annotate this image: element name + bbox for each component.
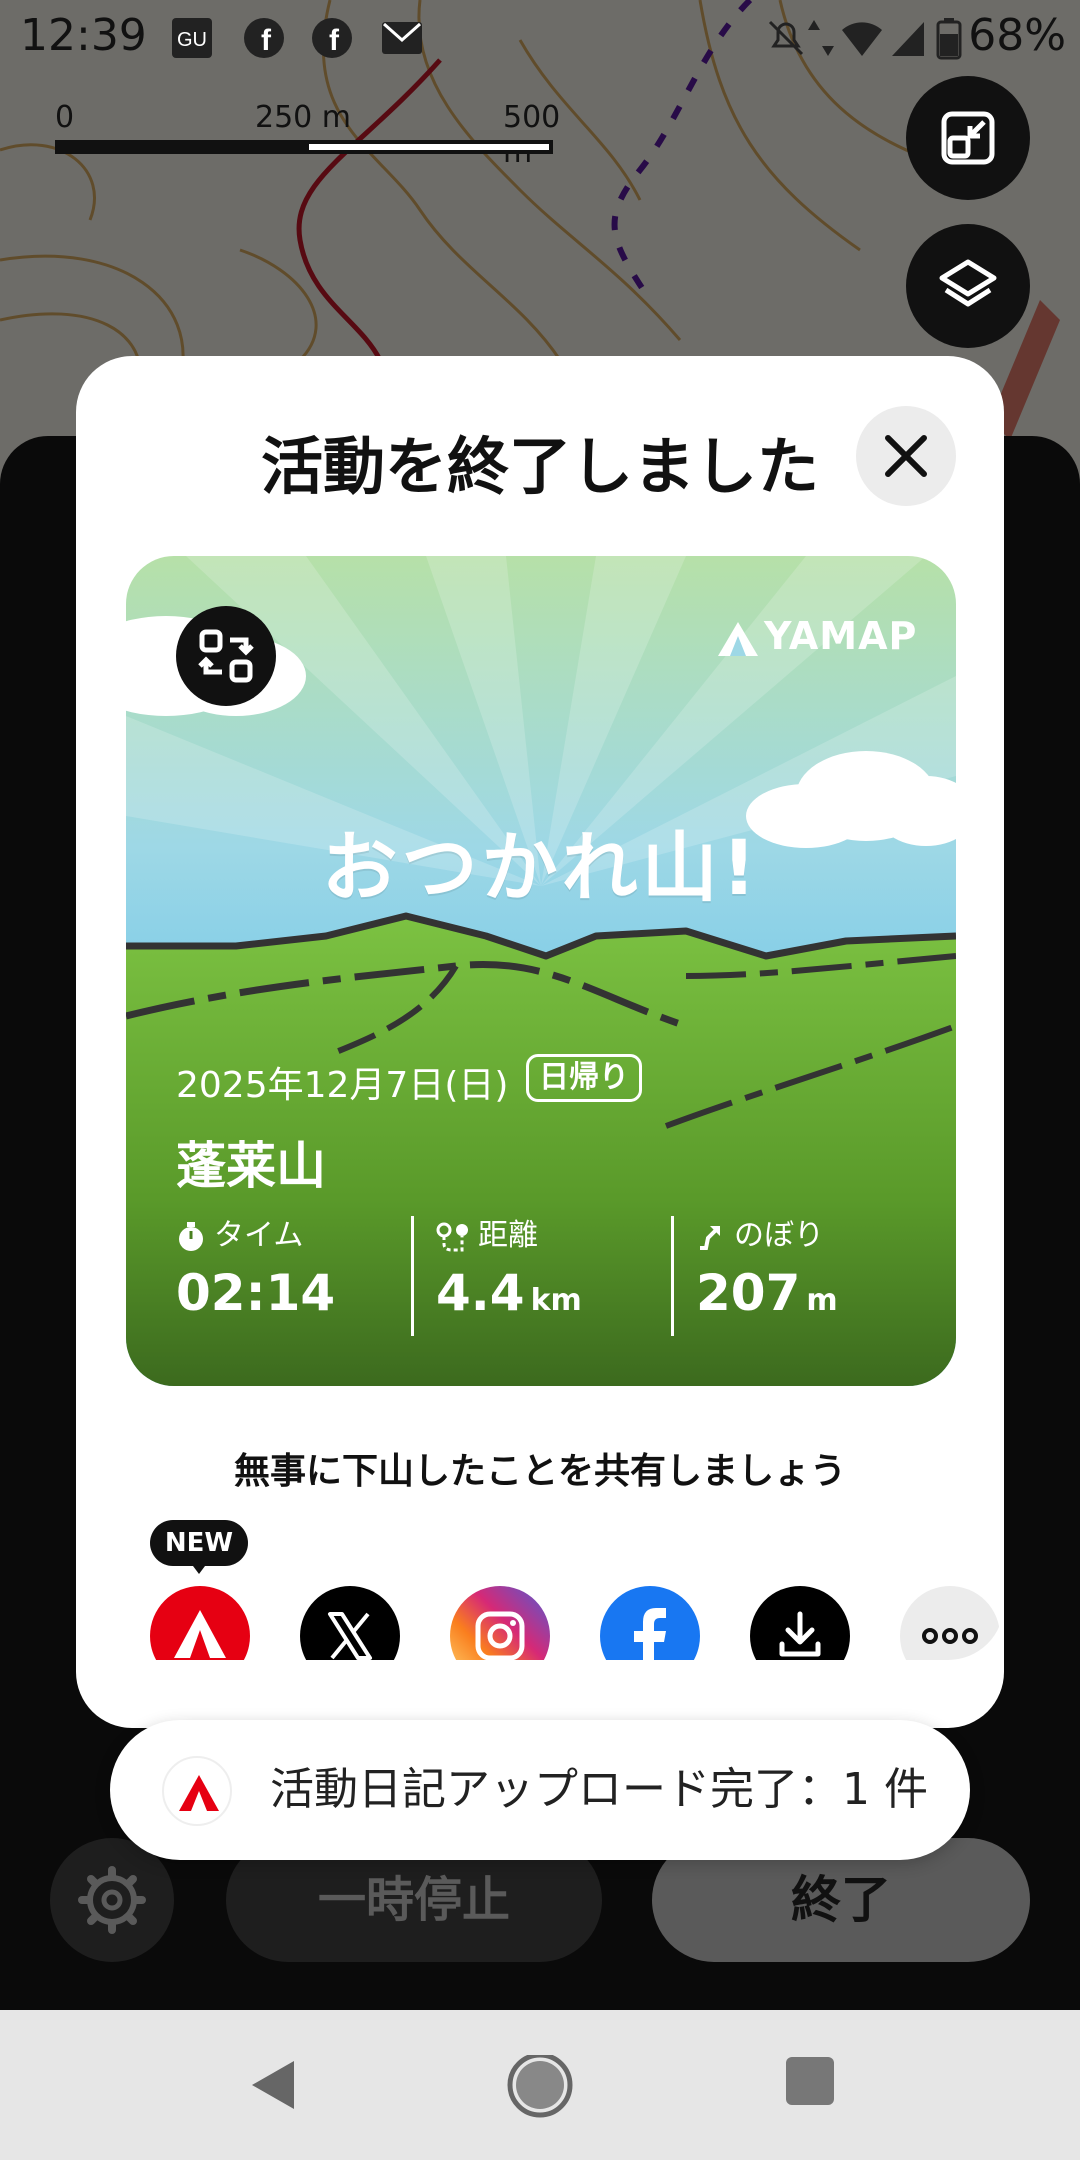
- toast-message: 活動日記アップロード完了：1 件: [270, 1764, 928, 1815]
- yamap-mark-icon: [718, 621, 758, 656]
- stat-ascent-value: 207: [696, 1264, 801, 1322]
- download-button[interactable]: [750, 1586, 850, 1660]
- recenter-button[interactable]: [906, 76, 1030, 200]
- stat-divider: [671, 1216, 674, 1336]
- map-scale-bar: 0 250 m 500 m: [55, 100, 565, 170]
- stat-distance: 距離 4.4 km: [436, 1216, 582, 1322]
- activity-finished-dialog: 活動を終了しました YAMAP おつかれ山! 2025年12月7日(日) 日帰り…: [76, 356, 1004, 1728]
- route-icon: [436, 1222, 468, 1251]
- stat-time: タイム 02:14: [176, 1216, 341, 1322]
- back-icon[interactable]: [244, 2055, 304, 2115]
- signal-icon: [888, 16, 932, 60]
- facebook-icon: f: [310, 16, 354, 60]
- clock: 12:39: [20, 10, 147, 61]
- swap-card-button[interactable]: [176, 606, 276, 706]
- facebook-icon: [600, 1586, 700, 1660]
- facebook-icon: f: [242, 16, 286, 60]
- settings-button[interactable]: [50, 1838, 174, 1962]
- wifi-icon: [840, 16, 884, 60]
- stat-divider: [411, 1216, 414, 1336]
- upload-complete-toast: 活動日記アップロード完了：1 件: [110, 1720, 970, 1860]
- gear-icon: [78, 1866, 146, 1934]
- recents-icon[interactable]: [784, 2055, 836, 2107]
- share-x-button[interactable]: [300, 1586, 400, 1660]
- yamap-icon: [150, 1586, 250, 1660]
- x-icon: [300, 1586, 400, 1660]
- stat-ascent-unit: m: [806, 1283, 838, 1318]
- system-navigation-bar: [0, 2010, 1080, 2160]
- scale-bar-line: [55, 140, 553, 154]
- yamap-wordmark: YAMAP: [764, 614, 918, 658]
- au-mail-icon: [380, 16, 424, 60]
- svg-text:f: f: [261, 24, 272, 57]
- stat-time-label: タイム: [214, 1218, 304, 1253]
- mute-icon: [764, 16, 808, 60]
- battery-percentage: 68%: [968, 10, 1066, 61]
- swap-icon: [198, 629, 254, 683]
- yamap-icon: [179, 1775, 219, 1811]
- day-trip-badge: 日帰り: [526, 1054, 642, 1102]
- scale-label-250: 250 m: [255, 100, 352, 135]
- stat-distance-unit: km: [530, 1283, 582, 1318]
- stat-distance-value: 4.4: [436, 1264, 525, 1322]
- stopwatch-icon: [179, 1221, 203, 1251]
- scale-label-0: 0: [55, 100, 75, 135]
- layers-button[interactable]: [906, 224, 1030, 348]
- stat-ascent-label: のぼり: [734, 1218, 824, 1253]
- mountain-name: 蓬莱山: [176, 1137, 326, 1195]
- gunosy-icon: GU: [170, 16, 214, 60]
- layers-icon: [939, 259, 997, 307]
- recenter-icon: [941, 111, 995, 165]
- toast-app-icon: [162, 1756, 232, 1826]
- svg-text:GU: GU: [177, 29, 207, 51]
- stat-ascent: のぼり 207 m: [696, 1216, 838, 1322]
- more-share-button[interactable]: [900, 1586, 1000, 1660]
- card-headline: おつかれ山!: [321, 823, 761, 912]
- share-targets: NEW: [76, 1520, 1004, 1660]
- activity-date: 2025年12月7日(日): [176, 1065, 509, 1106]
- instagram-icon: [450, 1586, 550, 1660]
- more-icon: [900, 1586, 1000, 1660]
- stat-distance-label: 距離: [478, 1218, 538, 1253]
- share-prompt: 無事に下山したことを共有しましょう: [233, 1451, 846, 1492]
- stat-time-value: 02:14: [176, 1264, 336, 1322]
- status-bar: 12:39 GU f f 68%: [0, 0, 1080, 76]
- svg-text:f: f: [329, 24, 340, 57]
- activity-summary-card: YAMAP おつかれ山! 2025年12月7日(日) 日帰り 蓬莱山 タイム 0…: [126, 556, 956, 1386]
- close-icon: [885, 435, 927, 477]
- share-facebook-button[interactable]: [600, 1586, 700, 1660]
- share-yamap-button[interactable]: [150, 1586, 250, 1660]
- new-badge: NEW: [150, 1520, 248, 1574]
- download-icon: [750, 1586, 850, 1660]
- yamap-logo: YAMAP: [716, 614, 917, 664]
- battery-icon: [934, 16, 964, 60]
- ascent-icon: [700, 1225, 720, 1250]
- close-button[interactable]: [856, 406, 956, 506]
- scale-label-500: 500 m: [503, 100, 561, 170]
- share-instagram-button[interactable]: [450, 1586, 550, 1660]
- home-icon[interactable]: [506, 2055, 574, 2123]
